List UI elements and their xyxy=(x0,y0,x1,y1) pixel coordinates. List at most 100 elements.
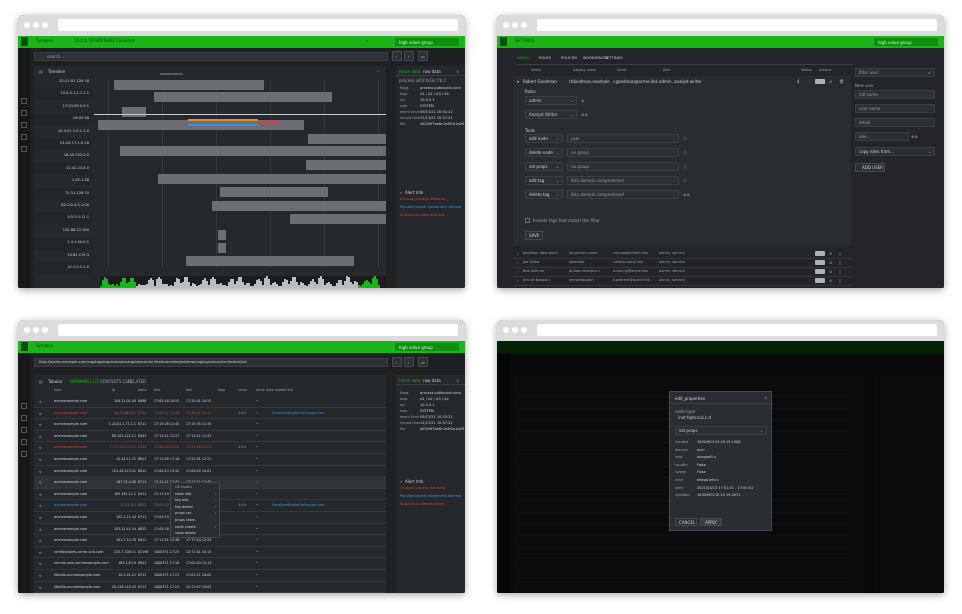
forward-button[interactable]: › xyxy=(404,51,414,61)
home-icon[interactable] xyxy=(21,403,27,409)
layout-button[interactable]: ▭ xyxy=(418,357,428,367)
info-icon[interactable]: ⓘ xyxy=(683,136,687,141)
new-user-field[interactable]: full name xyxy=(855,90,935,99)
column-header[interactable]: Display name xyxy=(573,68,596,73)
tab-raw-data[interactable]: raw data xyxy=(423,378,441,383)
event-bar[interactable] xyxy=(220,187,328,197)
delete-icon[interactable]: ▯ xyxy=(839,251,841,256)
action-select[interactable]: set props ⌄ xyxy=(675,426,767,435)
search-input[interactable]: search... xyxy=(34,52,388,61)
tool-value-input[interactable]: user xyxy=(567,134,679,143)
browser-url-bar[interactable] xyxy=(58,324,458,336)
menu-item[interactable]: node create xyxy=(175,525,196,530)
remove-role-icon[interactable]: ⊗⊕ xyxy=(581,112,588,117)
event-bar-highlight[interactable] xyxy=(258,121,280,123)
row-menu-icon[interactable]: ⟡ xyxy=(39,445,42,450)
row-menu-icon[interactable]: ⟡ xyxy=(39,492,42,497)
edit-icon[interactable]: ⊘ xyxy=(829,79,832,84)
copy-roles-select[interactable]: copy roles from... ⌄ xyxy=(855,147,935,156)
back-button[interactable]: ‹ xyxy=(392,357,402,367)
add-role-icon[interactable]: ⊕ xyxy=(581,98,584,103)
menu-item[interactable]: node delete xyxy=(175,531,196,536)
menu-item[interactable]: props show xyxy=(175,518,195,523)
settings-icon[interactable] xyxy=(21,146,27,152)
tool-value-input[interactable]: lists.domain.compromised xyxy=(567,190,679,199)
close-icon[interactable]: × xyxy=(456,378,459,383)
high-value-pill[interactable]: high value group xyxy=(395,38,459,46)
column-header[interactable]: Role xyxy=(663,68,670,73)
tool-select[interactable]: add node ⌄ xyxy=(525,134,563,143)
window-maximize-dot[interactable] xyxy=(42,22,48,28)
delete-icon[interactable]: 🗑 xyxy=(839,79,844,84)
new-user-field[interactable]: role... xyxy=(855,132,909,141)
high-value-pill[interactable]: high value group xyxy=(874,38,938,46)
event-bar[interactable] xyxy=(218,230,226,240)
column-header[interactable]: Actions xyxy=(819,68,831,73)
window-minimize-dot[interactable] xyxy=(33,22,39,28)
role-icons[interactable]: ⊗⊕ xyxy=(911,134,918,139)
search-icon[interactable] xyxy=(21,415,27,421)
event-bar[interactable] xyxy=(114,80,264,90)
info-icon[interactable]: ⓘ xyxy=(683,150,687,155)
tab-roles[interactable]: ROLES xyxy=(539,56,551,61)
browser-url-bar[interactable] xyxy=(537,19,937,31)
table-row[interactable]: ⟡ Mozilla.acmeexample.com 10.1.01.11 8711 10… xyxy=(34,570,386,581)
event-bar[interactable] xyxy=(120,146,386,156)
tab-raw-data[interactable]: raw data xyxy=(423,69,441,74)
event-bar[interactable] xyxy=(212,201,386,211)
save-button[interactable]: SAVE xyxy=(525,231,543,240)
menu-item[interactable]: node info xyxy=(175,492,191,497)
edit-icon[interactable]: ⊘ xyxy=(829,260,832,265)
row-menu-icon[interactable]: ⟡ xyxy=(39,573,42,578)
search-icon[interactable] xyxy=(21,110,27,116)
menu-item[interactable]: tag add xyxy=(175,498,188,503)
window-minimize-dot[interactable] xyxy=(33,327,39,333)
expand-icon[interactable]: › xyxy=(517,260,519,265)
tab-settings[interactable]: SETTINGS xyxy=(605,56,623,61)
tool-select[interactable]: add tag ⌄ xyxy=(525,176,563,185)
tool-select[interactable]: set props ⌄ xyxy=(525,162,563,171)
table-icon[interactable] xyxy=(21,439,27,445)
close-icon[interactable]: × xyxy=(764,395,767,400)
status-toggle[interactable] xyxy=(815,251,825,256)
row-menu-icon[interactable]: ⟡ xyxy=(39,457,42,462)
info-icon[interactable]: ⓘ xyxy=(683,178,687,183)
column-header[interactable]: last xyxy=(186,388,192,393)
app-logo-icon[interactable] xyxy=(500,37,507,46)
event-bar[interactable] xyxy=(186,256,354,266)
add-user-button[interactable]: ADD USER xyxy=(855,163,885,172)
new-user-field[interactable]: user name xyxy=(855,104,935,113)
column-header[interactable]: host xyxy=(54,388,61,393)
table-row[interactable]: ⟡ Mozilla.acmeexample.com 10.116.118.43 871… xyxy=(34,582,386,593)
alert-item[interactable]: Possible lateral movement attempt xyxy=(400,494,462,499)
event-bar[interactable] xyxy=(158,174,386,184)
event-bar-highlight[interactable] xyxy=(188,119,258,121)
row-menu-icon[interactable]: ⟡ xyxy=(39,399,42,404)
filter-user-input[interactable]: filter user ⌕ xyxy=(855,68,935,77)
status-toggle[interactable] xyxy=(815,269,825,274)
table-row[interactable]: ⟡ vmfileshares.acme.unit.com 225.7.108.11 8… xyxy=(34,547,386,558)
tool-select[interactable]: delete tag ⌄ xyxy=(525,190,563,199)
event-bar[interactable] xyxy=(154,92,332,102)
info-icon[interactable]: ⓘ xyxy=(683,164,687,169)
table-row[interactable]: ⟡ acmeexample.com 15.44.11.71 8811 17:11:05 … xyxy=(34,454,386,465)
column-header[interactable]: ports xyxy=(138,388,146,393)
edit-icon[interactable]: ⊘ xyxy=(829,251,832,256)
browser-url-bar[interactable] xyxy=(537,324,937,336)
table-icon[interactable] xyxy=(21,134,27,140)
tab-policies[interactable]: POLICIES xyxy=(561,56,577,61)
row-menu-icon[interactable]: ⟡ xyxy=(39,515,42,520)
layout-button[interactable]: ▭ xyxy=(418,51,428,61)
row-menu-icon[interactable]: ⟡ xyxy=(39,469,42,474)
window-minimize-dot[interactable] xyxy=(512,327,518,333)
forward-button[interactable]: › xyxy=(404,357,414,367)
column-header[interactable]: recon data related link xyxy=(256,388,293,393)
row-menu-icon[interactable]: ⟡ xyxy=(39,561,42,566)
row-menu-icon[interactable]: ⟡ xyxy=(39,527,42,532)
window-maximize-dot[interactable] xyxy=(521,22,527,28)
table-row[interactable]: ⟡ vermin.arm.acmeexample.com 183.1.8.19 884… xyxy=(34,558,386,570)
cancel-button[interactable]: CANCEL xyxy=(675,518,697,526)
window-minimize-dot[interactable] xyxy=(512,22,518,28)
tab-recon-data[interactable]: recon data xyxy=(399,69,420,74)
delete-icon[interactable]: ▯ xyxy=(839,269,841,274)
